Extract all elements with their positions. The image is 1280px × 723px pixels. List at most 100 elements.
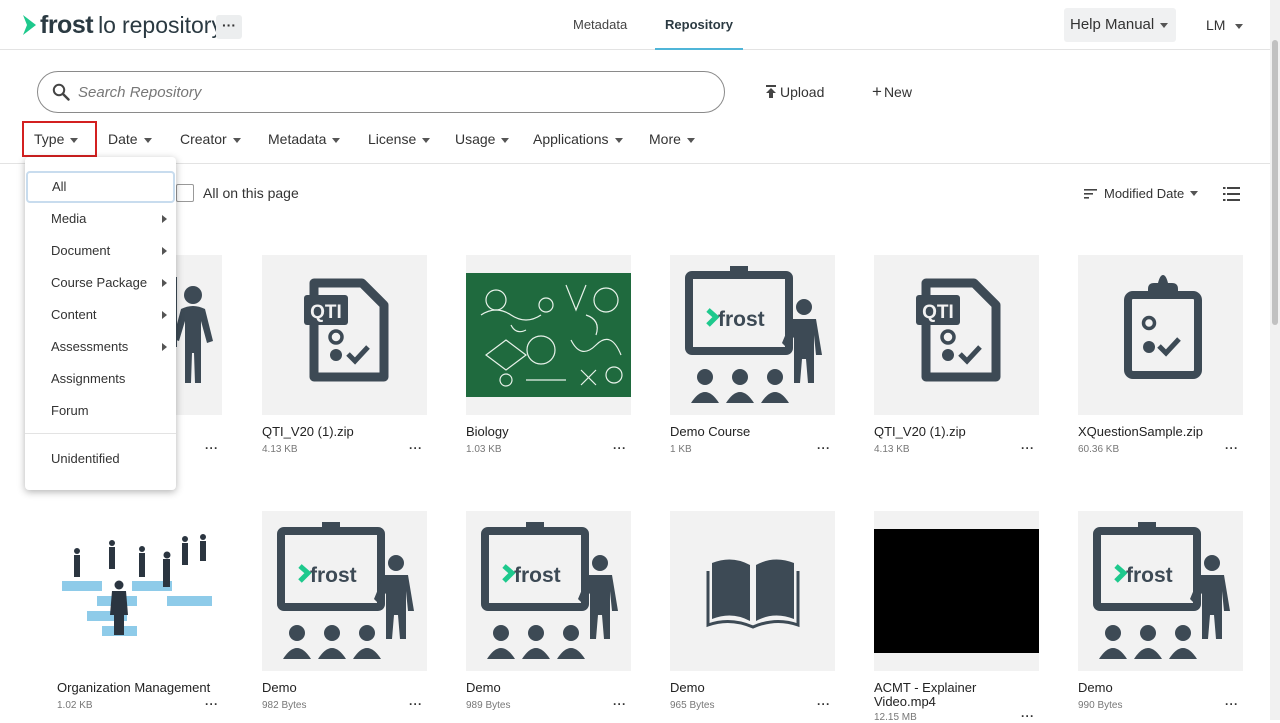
menu-item-label: Document xyxy=(51,243,111,258)
card-thumbnail[interactable]: QTI xyxy=(262,255,427,415)
card-title[interactable]: Biology xyxy=(466,425,631,439)
menu-item-label: Media xyxy=(51,211,87,226)
new-button[interactable]: + New xyxy=(872,83,912,100)
select-all-row[interactable]: All on this page xyxy=(176,184,299,202)
svg-text:frost: frost xyxy=(1126,564,1173,587)
app-logo[interactable]: frost lo repository xyxy=(22,10,223,40)
card-menu-button[interactable]: ··· xyxy=(817,441,831,455)
user-initials: LM xyxy=(1206,17,1226,33)
filter-label: More xyxy=(649,131,681,147)
search-input[interactable] xyxy=(78,80,698,104)
card-size: 982 Bytes xyxy=(262,700,307,711)
card-menu-button[interactable]: ··· xyxy=(1225,697,1239,711)
card-title[interactable]: Demo xyxy=(1078,681,1243,695)
tab-repository[interactable]: Repository xyxy=(655,0,743,50)
card-thumbnail[interactable] xyxy=(466,255,631,415)
type-menu-item-assignments[interactable]: Assignments xyxy=(25,363,176,395)
card-menu-button[interactable]: ··· xyxy=(205,441,219,455)
card-thumbnail[interactable]: frost xyxy=(1078,511,1243,671)
card-menu-button[interactable]: ··· xyxy=(409,697,423,711)
tab-metadata[interactable]: Metadata xyxy=(573,0,627,50)
search-icon xyxy=(52,83,70,101)
type-menu-item-course-package[interactable]: Course Package xyxy=(25,267,176,299)
select-all-checkbox[interactable] xyxy=(176,184,194,202)
filter-metadata[interactable]: Metadata xyxy=(268,130,341,154)
type-menu-item-forum[interactable]: Forum xyxy=(25,395,176,427)
card-size: 1.03 KB xyxy=(466,444,502,455)
card-thumbnail[interactable] xyxy=(874,511,1039,671)
card-title[interactable]: QTI_V20 (1).zip xyxy=(262,425,427,439)
app-more-button[interactable]: ··· xyxy=(216,15,242,39)
filter-license[interactable]: License xyxy=(368,130,431,154)
card-menu-button[interactable]: ··· xyxy=(1021,709,1035,723)
card-title[interactable]: Organization Management xyxy=(57,681,222,695)
card-menu-button[interactable]: ··· xyxy=(613,441,627,455)
type-menu-item-all[interactable]: All xyxy=(26,171,175,203)
type-menu-item-assessments[interactable]: Assessments xyxy=(25,331,176,363)
card-title[interactable]: QTI_V20 (1).zip xyxy=(874,425,1039,439)
filter-label: Date xyxy=(108,131,138,147)
svg-text:QTI: QTI xyxy=(922,302,954,323)
chevron-right-icon xyxy=(162,311,167,319)
card-thumbnail[interactable]: QTI xyxy=(874,255,1039,415)
card-size: 965 Bytes xyxy=(670,700,715,711)
card-menu-button[interactable]: ··· xyxy=(613,697,627,711)
card-title[interactable]: Demo xyxy=(466,681,631,695)
biology-image xyxy=(466,273,631,397)
card-menu-button[interactable]: ··· xyxy=(205,697,219,711)
type-menu-item-unidentified[interactable]: Unidentified xyxy=(25,443,176,475)
course-presentation-icon: frost xyxy=(277,522,414,659)
card-size: 1.02 KB xyxy=(57,700,93,711)
card-thumbnail[interactable] xyxy=(670,511,835,671)
card-title[interactable]: Demo xyxy=(262,681,427,695)
card-menu-button[interactable]: ··· xyxy=(817,697,831,711)
card-menu-button[interactable]: ··· xyxy=(409,441,423,455)
card-title[interactable]: ACMT - Explainer Video.mp4 xyxy=(874,681,1004,709)
filter-date[interactable]: Date xyxy=(108,130,152,154)
menu-item-label: Assessments xyxy=(51,339,129,354)
chevron-down-icon xyxy=(686,137,695,143)
type-menu-item-document[interactable]: Document xyxy=(25,235,176,267)
sort-dropdown[interactable]: Modified Date xyxy=(1084,186,1199,201)
logo-brand: frost xyxy=(40,10,94,39)
menu-item-label: All xyxy=(52,179,67,194)
qti-document-icon: QTI xyxy=(304,278,389,382)
chevron-down-icon xyxy=(143,137,152,143)
chevron-down-icon xyxy=(1160,22,1169,28)
filter-label: Applications xyxy=(533,131,609,147)
search-box xyxy=(37,71,725,113)
card-size: 989 Bytes xyxy=(466,700,511,711)
card-title[interactable]: Demo xyxy=(670,681,835,695)
list-view-icon[interactable] xyxy=(1223,186,1241,202)
card-menu-button[interactable]: ··· xyxy=(1225,441,1239,455)
card-title[interactable]: Demo Course xyxy=(670,425,835,439)
type-menu-item-media[interactable]: Media xyxy=(25,203,176,235)
chevron-down-icon xyxy=(422,137,431,143)
card-thumbnail[interactable]: frost xyxy=(466,511,631,671)
card-size: 4.13 KB xyxy=(874,444,910,455)
card-thumbnail[interactable]: frost xyxy=(262,511,427,671)
upload-button[interactable]: Upload xyxy=(765,84,824,100)
chevron-down-icon xyxy=(501,137,510,143)
type-menu-item-content[interactable]: Content xyxy=(25,299,176,331)
card-menu-button[interactable]: ··· xyxy=(1021,441,1035,455)
card-thumbnail[interactable] xyxy=(1078,255,1243,415)
new-label: New xyxy=(883,84,912,100)
filter-applications[interactable]: Applications xyxy=(533,130,623,154)
chevron-down-icon xyxy=(1235,23,1244,29)
filter-usage[interactable]: Usage xyxy=(455,130,510,154)
card-title[interactable]: XQuestionSample.zip xyxy=(1078,425,1243,439)
user-menu-button[interactable]: LM xyxy=(1206,8,1244,42)
chevron-down-icon xyxy=(1190,191,1199,196)
course-presentation-icon: frost xyxy=(1093,522,1230,659)
filter-more[interactable]: More xyxy=(649,130,695,154)
organization-image xyxy=(57,511,222,671)
filter-bar: Type Date Creator Metadata License Usage… xyxy=(0,120,1270,164)
scrollbar-thumb[interactable] xyxy=(1272,40,1278,325)
filter-creator[interactable]: Creator xyxy=(180,130,241,154)
menu-divider xyxy=(25,433,176,434)
card-thumbnail[interactable] xyxy=(57,511,222,671)
help-manual-button[interactable]: Help Manual xyxy=(1064,8,1176,42)
svg-text:QTI: QTI xyxy=(310,302,342,323)
card-thumbnail[interactable]: frost xyxy=(670,255,835,415)
